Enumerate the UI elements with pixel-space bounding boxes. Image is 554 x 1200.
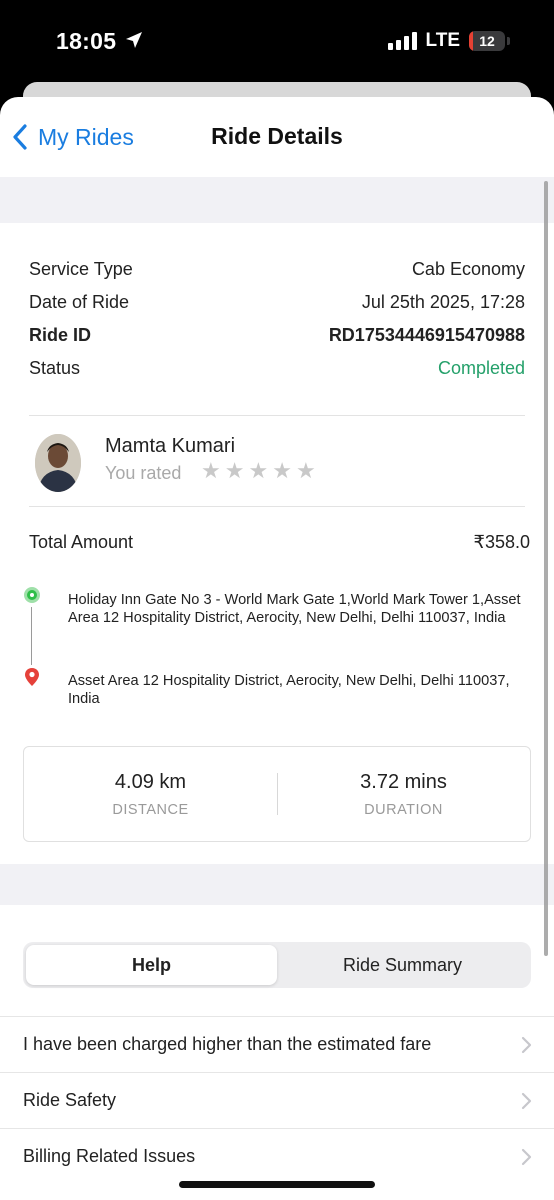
help-item-label: Billing Related Issues xyxy=(23,1146,196,1166)
distance-stat: 4.09 km DISTANCE xyxy=(24,771,277,818)
detail-value: Jul 25th 2025, 17:28 xyxy=(361,292,525,312)
detail-row-status: Status Completed xyxy=(29,352,525,385)
stat-divider xyxy=(277,773,278,815)
tab-help[interactable]: Help xyxy=(26,945,277,985)
detail-value: Cab Economy xyxy=(411,259,525,279)
location-arrow-icon xyxy=(124,30,144,55)
detail-row-date: Date of Ride Jul 25th 2025, 17:28 xyxy=(29,286,525,319)
detail-label: Service Type xyxy=(29,259,133,279)
section-spacer xyxy=(0,864,554,905)
star-icon[interactable]: ★ xyxy=(296,460,316,482)
ride-id-value[interactable]: RD17534446915470988 xyxy=(329,325,525,346)
detail-label: Ride ID xyxy=(29,325,92,345)
chevron-right-icon xyxy=(521,1092,532,1110)
pickup-marker-icon xyxy=(24,587,40,603)
ride-info: Service Type Cab Economy Date of Ride Ju… xyxy=(0,223,554,415)
network-type: LTE xyxy=(425,30,460,51)
route-section: Holiday Inn Gate No 3 - World Mark Gate … xyxy=(0,577,554,707)
battery-icon: 12 xyxy=(469,31,505,51)
scrollbar[interactable] xyxy=(544,181,548,956)
distance-label: DISTANCE xyxy=(112,801,189,818)
status-time: 18:05 xyxy=(56,28,117,54)
detail-row-ride-id: Ride ID RD17534446915470988 xyxy=(29,319,525,352)
rated-label: You rated xyxy=(105,463,182,483)
ride-details-sheet: My Rides Ride Details Service Type Cab E… xyxy=(0,97,554,1200)
driver-card: Mamta Kumari You rated ★ ★ ★ ★ ★ xyxy=(0,416,554,506)
drop-address: Asset Area 12 Hospitality District, Aero… xyxy=(68,673,510,707)
total-label: Total Amount xyxy=(29,531,134,552)
battery-level: 12 xyxy=(479,33,495,49)
nav-bar: My Rides Ride Details xyxy=(0,97,554,177)
chevron-right-icon xyxy=(521,1036,532,1054)
detail-row-service-type: Service Type Cab Economy xyxy=(29,253,525,286)
star-icon[interactable]: ★ xyxy=(248,460,268,482)
page-title: Ride Details xyxy=(211,123,343,149)
segmented-control: Help Ride Summary xyxy=(23,942,531,988)
chevron-right-icon xyxy=(521,1148,532,1166)
help-item-label: I have been charged higher than the esti… xyxy=(23,1034,432,1054)
tab-ride-summary[interactable]: Ride Summary xyxy=(277,945,528,985)
star-icon[interactable]: ★ xyxy=(225,460,245,482)
duration-stat: 3.72 mins DURATION xyxy=(277,771,530,818)
section-spacer xyxy=(0,177,554,223)
help-item-label: Ride Safety xyxy=(23,1090,117,1110)
duration-value: 3.72 mins xyxy=(360,770,447,793)
help-item-safety[interactable]: Ride Safety xyxy=(0,1072,554,1128)
total-value: ₹358.0 xyxy=(473,531,531,552)
route-line xyxy=(31,607,32,665)
detail-label: Status xyxy=(29,358,81,378)
total-amount-row: Total Amount ₹358.0 xyxy=(0,507,554,577)
duration-label: DURATION xyxy=(364,801,443,818)
help-item-billing[interactable]: Billing Related Issues xyxy=(0,1128,554,1184)
ride-stats: 4.09 km DISTANCE 3.72 mins DURATION xyxy=(23,746,531,842)
help-item-fare[interactable]: I have been charged higher than the esti… xyxy=(0,1016,554,1072)
rating-stars[interactable]: ★ ★ ★ ★ ★ xyxy=(201,460,316,482)
star-icon[interactable]: ★ xyxy=(272,460,292,482)
pickup-address: Holiday Inn Gate No 3 - World Mark Gate … xyxy=(68,592,521,626)
signal-icon xyxy=(387,32,417,50)
star-icon[interactable]: ★ xyxy=(201,460,221,482)
driver-name: Mamta Kumari xyxy=(105,435,236,457)
help-list: I have been charged higher than the esti… xyxy=(0,1016,554,1184)
home-indicator[interactable] xyxy=(179,1181,375,1188)
distance-value: 4.09 km xyxy=(114,770,187,793)
status-bar: 18:05 LTE 12 xyxy=(0,0,554,84)
status-badge: Completed xyxy=(437,358,525,378)
detail-label: Date of Ride xyxy=(29,292,130,312)
drop-pin-icon xyxy=(24,667,40,692)
battery-tip xyxy=(507,37,510,45)
avatar xyxy=(35,434,81,492)
